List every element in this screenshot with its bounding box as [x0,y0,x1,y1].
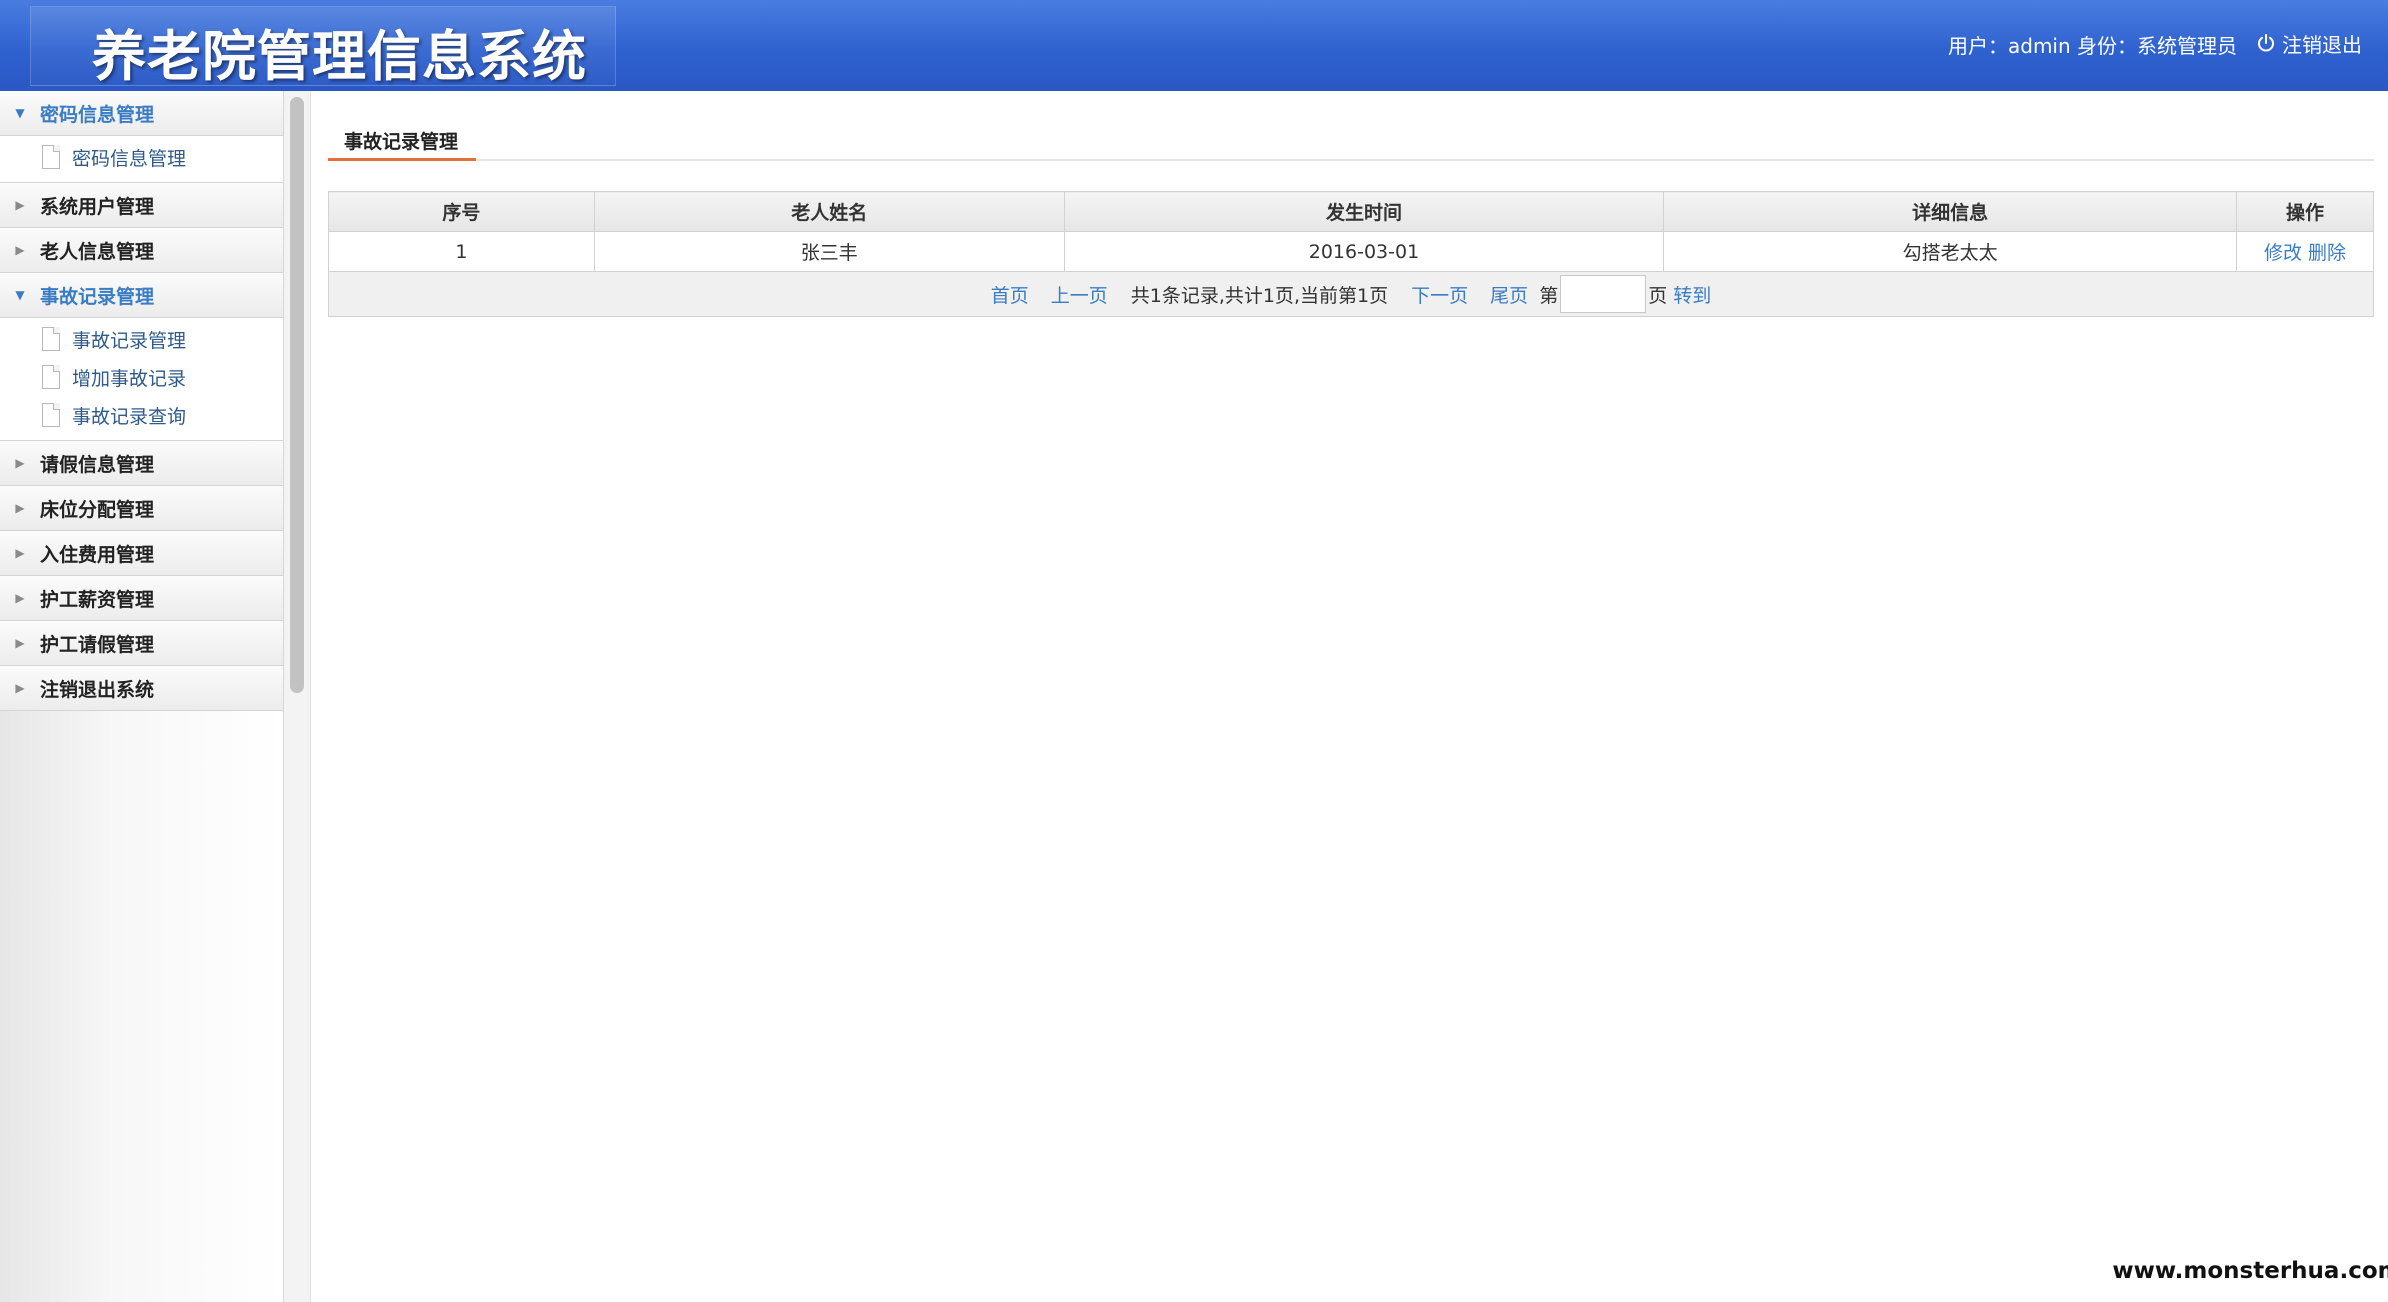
document-icon [42,145,60,169]
submenu-accidents: 事故记录管理 增加事故记录 事故记录查询 [0,318,283,441]
page-prefix: 第 [1539,284,1559,307]
document-icon [42,365,60,389]
column-header-detail: 详细信息 [1663,191,2238,232]
menu-item-label: 密码信息管理 [72,147,187,170]
column-header-name: 老人姓名 [593,191,1065,232]
document-icon [42,403,60,427]
pagination: 首页 上一页 共1条记录,共计1页,当前第1页 下一页 尾页 第 页 转到 [980,275,1722,313]
menu-group-label: 请假信息管理 [40,453,155,476]
edit-link[interactable]: 修改 [2264,242,2302,264]
prev-page-link[interactable]: 上一页 [1051,281,1108,308]
menu-item-accident-manage[interactable]: 事故记录管理 [0,320,283,358]
accident-table: 序号 老人姓名 发生时间 详细信息 操作 1 张三丰 2016-03-01 勾搭… [328,191,2374,317]
tab-accident-manage[interactable]: 事故记录管理 [328,113,476,161]
table-row: 1 张三丰 2016-03-01 勾搭老太太 修改 删除 [328,231,2374,272]
menu-group-accidents[interactable]: ▼ 事故记录管理 [0,273,283,318]
cell-detail: 勾搭老太太 [1663,231,2238,272]
next-page-link[interactable]: 下一页 [1411,281,1468,308]
menu-group-fees[interactable]: ▶ 入住费用管理 [0,531,283,576]
top-banner: 养老院管理信息系统 用户：admin 身份：系统管理员 注销退出 [0,0,2388,91]
watermark: www.monsterhua.com [2112,1254,2388,1288]
sidebar-menu: ▼ 密码信息管理 密码信息管理 ▶ 系统用户管理 ▶ 老人信息管理 ▼ 事故记录… [0,91,284,1302]
column-header-actions: 操作 [2236,191,2374,232]
caret-right-icon: ▶ [15,681,25,695]
first-page-link[interactable]: 首页 [991,281,1029,308]
column-header-time: 发生时间 [1063,191,1665,232]
menu-item-accident-add[interactable]: 增加事故记录 [0,358,283,396]
menu-group-label: 护工薪资管理 [40,588,155,611]
menu-group-label: 入住费用管理 [40,543,155,566]
caret-right-icon: ▶ [15,243,25,257]
submenu-password: 密码信息管理 [0,136,283,183]
goto-page-link[interactable]: 转到 [1673,281,1711,308]
page-number-input[interactable] [1560,275,1647,313]
caret-down-icon: ▼ [15,106,25,120]
menu-group-label: 系统用户管理 [40,195,155,218]
menu-group-password[interactable]: ▼ 密码信息管理 [0,91,283,136]
menu-group-beds[interactable]: ▶ 床位分配管理 [0,486,283,531]
menu-group-label: 注销退出系统 [40,678,155,701]
cell-name: 张三丰 [593,231,1065,272]
menu-group-label: 密码信息管理 [40,103,155,126]
power-icon [2256,33,2276,53]
menu-group-label: 事故记录管理 [40,285,155,308]
sidebar-scrollbar[interactable] [284,91,311,1302]
caret-right-icon: ▶ [15,546,25,560]
logout-button[interactable]: 注销退出 [2256,30,2362,57]
caret-right-icon: ▶ [15,198,25,212]
caret-right-icon: ▶ [15,501,25,515]
menu-item-password-manage[interactable]: 密码信息管理 [0,138,283,176]
page-suffix: 页 [1648,284,1668,307]
main-content: 事故记录管理 序号 老人姓名 发生时间 详细信息 操作 1 张三丰 2016-0… [328,91,2374,1241]
menu-group-label: 床位分配管理 [40,498,155,521]
cell-time: 2016-03-01 [1063,231,1665,272]
menu-group-logout-system[interactable]: ▶ 注销退出系统 [0,666,283,711]
menu-item-label: 事故记录管理 [72,329,187,352]
pager-row: 首页 上一页 共1条记录,共计1页,当前第1页 下一页 尾页 第 页 转到 [328,271,2374,317]
menu-group-caregiver-leave[interactable]: ▶ 护工请假管理 [0,621,283,666]
logout-label: 注销退出 [2282,32,2362,57]
caret-down-icon: ▼ [15,288,25,302]
pager-info: 共1条记录,共计1页,当前第1页 [1130,284,1389,307]
caret-right-icon: ▶ [15,591,25,605]
caret-right-icon: ▶ [15,636,25,650]
delete-link[interactable]: 删除 [2308,242,2346,264]
column-header-no: 序号 [328,191,595,232]
app-title: 养老院管理信息系统 [92,25,587,88]
menu-group-caregiver-salary[interactable]: ▶ 护工薪资管理 [0,576,283,621]
table-header-row: 序号 老人姓名 发生时间 详细信息 操作 [328,191,2374,232]
cell-actions: 修改 删除 [2236,231,2374,272]
menu-item-accident-query[interactable]: 事故记录查询 [0,396,283,434]
menu-group-label: 护工请假管理 [40,633,155,656]
user-info: 用户：admin 身份：系统管理员 [1948,34,2238,58]
cell-no: 1 [328,231,595,272]
menu-group-system-users[interactable]: ▶ 系统用户管理 [0,183,283,228]
tab-bar: 事故记录管理 [328,113,2374,161]
menu-group-leave[interactable]: ▶ 请假信息管理 [0,441,283,486]
menu-group-label: 老人信息管理 [40,240,155,263]
pager-cell: 首页 上一页 共1条记录,共计1页,当前第1页 下一页 尾页 第 页 转到 [328,271,2374,317]
menu-item-label: 增加事故记录 [72,367,187,390]
menu-group-elders[interactable]: ▶ 老人信息管理 [0,228,283,273]
sidebar-scrollbar-thumb[interactable] [290,97,304,693]
menu-item-label: 事故记录查询 [72,405,187,428]
document-icon [42,327,60,351]
last-page-link[interactable]: 尾页 [1490,281,1528,308]
caret-right-icon: ▶ [15,456,25,470]
